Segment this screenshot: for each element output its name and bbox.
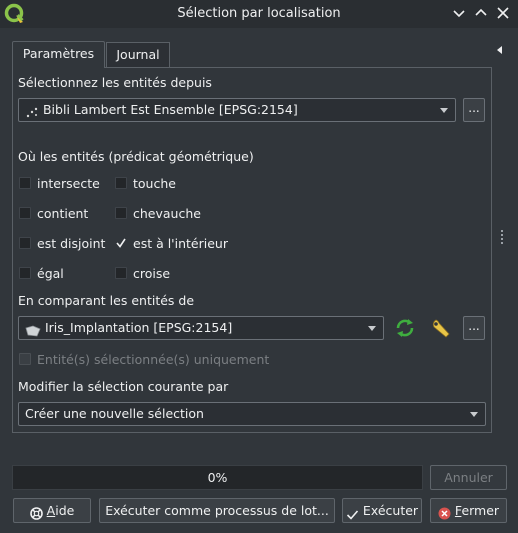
modify-selection-value: Créer une nouvelle sélection (25, 406, 204, 421)
egal-label[interactable]: égal (37, 266, 64, 281)
chevauche-checkbox[interactable] (115, 207, 127, 219)
modify-label: Modifier la sélection courante par (18, 379, 229, 394)
touche-checkbox[interactable] (115, 177, 127, 189)
touche-label[interactable]: touche (133, 176, 176, 191)
check-icon (346, 505, 359, 520)
intersecte-label[interactable]: intersecte (37, 176, 100, 191)
iterate-refresh-icon[interactable] (394, 317, 416, 339)
collapse-arrow-icon[interactable] (497, 42, 502, 54)
est-disjoint-checkbox[interactable] (19, 237, 31, 249)
help-accel: A (46, 503, 56, 518)
close-window-button[interactable] (494, 4, 512, 22)
modify-selection-combo[interactable]: Créer une nouvelle sélection (18, 402, 486, 426)
maximize-button[interactable] (472, 4, 490, 22)
progress-bar: 0% (12, 465, 423, 490)
contient-label[interactable]: contient (37, 206, 88, 221)
batch-process-button[interactable]: Exécuter comme processus de lot... (99, 498, 335, 523)
est-a-l-interieur-checkbox[interactable] (115, 237, 127, 249)
compare-layer-value: Iris_Implantation [EPSG:2154] (44, 320, 233, 335)
polygon-layer-icon (25, 322, 41, 336)
source-layer-combo[interactable]: Bibli Lambert Est Ensemble [EPSG:2154] (18, 98, 456, 122)
wrench-icon[interactable] (430, 317, 452, 339)
predicates-label: Où les entités (prédicat géométrique) (18, 149, 254, 164)
chevron-down-icon (470, 412, 478, 417)
chevron-down-icon (440, 108, 448, 113)
minimize-button[interactable] (450, 4, 468, 22)
close-label: ermer (461, 503, 500, 518)
est-a-l-interieur-label[interactable]: est à l'intérieur (133, 236, 228, 251)
compare-label: En comparant les entités de (18, 293, 195, 308)
cancel-button[interactable]: Annuler (430, 465, 507, 490)
intersecte-checkbox[interactable] (19, 177, 31, 189)
help-button[interactable]: Aide (13, 498, 91, 523)
compare-layer-combo[interactable]: Iris_Implantation [EPSG:2154] (18, 316, 384, 340)
tab-journal[interactable]: Journal (106, 42, 170, 67)
progress-text: 0% (207, 470, 228, 485)
egal-checkbox[interactable] (19, 267, 31, 279)
run-button[interactable]: Exécuter (342, 498, 422, 523)
contient-checkbox[interactable] (19, 207, 31, 219)
close-circle-icon (438, 504, 451, 520)
est-disjoint-label[interactable]: est disjoint (37, 236, 105, 251)
close-button[interactable]: Fermer (430, 498, 507, 523)
help-label: ide (55, 503, 75, 518)
lifebuoy-icon (29, 504, 43, 520)
point-layer-icon (25, 104, 39, 117)
window-title: Sélection par localisation (177, 6, 341, 21)
source-more-button[interactable]: ... (463, 98, 485, 122)
selected-only-label: Entité(s) sélectionnée(s) uniquement (37, 352, 270, 367)
source-layer-value: Bibli Lambert Est Ensemble [EPSG:2154] (42, 102, 298, 117)
croise-checkbox[interactable] (115, 267, 127, 279)
splitter-handle[interactable] (500, 230, 504, 244)
compare-more-button[interactable]: ... (463, 316, 485, 340)
chevron-down-icon (368, 326, 376, 331)
selected-only-checkbox[interactable] (19, 353, 31, 365)
run-label: Exécuter (362, 503, 419, 518)
tab-parametres[interactable]: Paramètres (12, 41, 105, 68)
croise-label[interactable]: croise (133, 266, 170, 281)
source-label: Sélectionnez les entités depuis (18, 75, 212, 90)
chevauche-label[interactable]: chevauche (133, 206, 201, 221)
